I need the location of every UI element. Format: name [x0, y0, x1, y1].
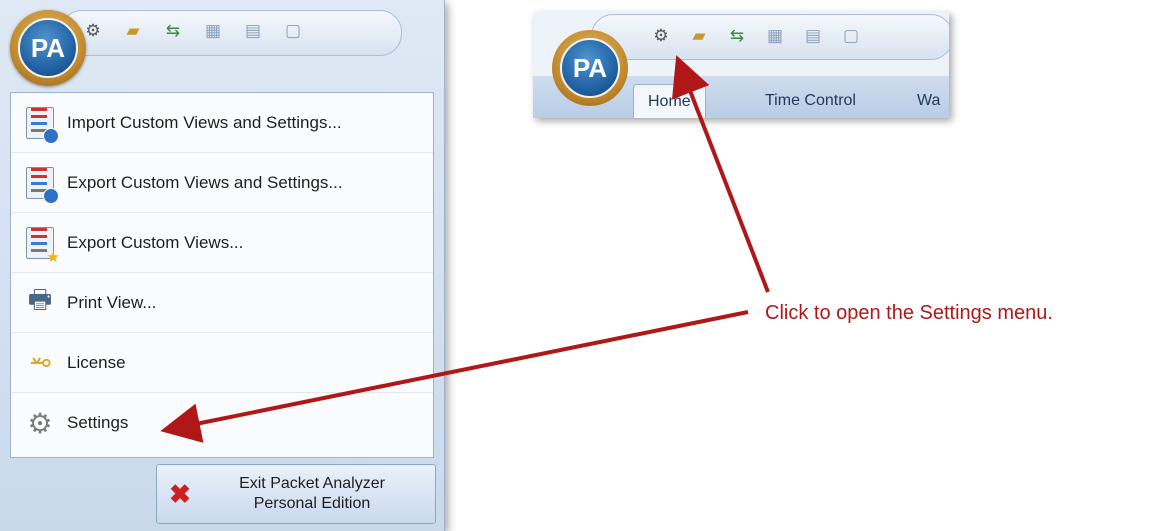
arrow-to-settings-icon [672, 55, 770, 293]
callout-text: Click to open the Settings menu. [765, 302, 1053, 324]
callout-arrows [160, 55, 770, 443]
arrow-to-settings-item [160, 310, 749, 443]
